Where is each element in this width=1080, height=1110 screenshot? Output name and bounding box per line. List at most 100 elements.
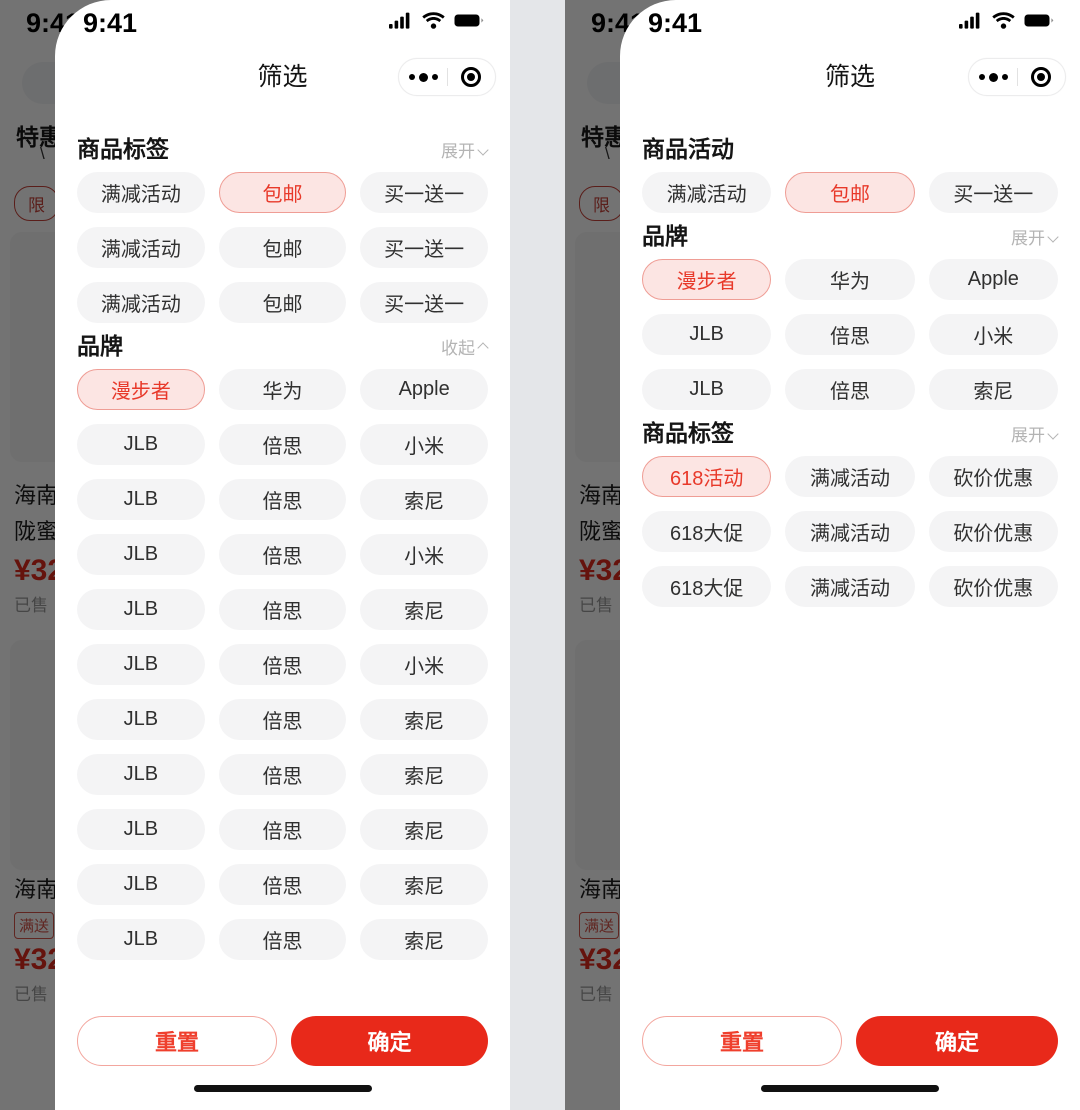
chevron-down-icon xyxy=(1049,232,1058,241)
filter-chip[interactable]: 满减活动 xyxy=(77,227,205,268)
filter-chip[interactable]: 索尼 xyxy=(360,809,488,850)
filter-chip[interactable]: 倍思 xyxy=(218,589,347,630)
filter-chip[interactable]: 华为 xyxy=(218,369,347,410)
filter-chip[interactable]: 包邮 xyxy=(218,227,347,268)
wifi-icon xyxy=(422,12,445,34)
filter-chip[interactable]: 索尼 xyxy=(360,919,488,960)
sheet-footer-right: 重置 确定 xyxy=(620,1002,1080,1066)
filter-chip[interactable]: JLB xyxy=(642,369,772,410)
target-circle-icon[interactable] xyxy=(1018,67,1064,87)
filter-chip[interactable]: 漫步者 xyxy=(642,259,772,300)
group-header: 商品活动 xyxy=(642,130,1058,172)
group-toggle-expand[interactable]: 展开 xyxy=(1011,421,1058,446)
filter-chip[interactable]: 包邮 xyxy=(218,172,347,213)
page-title: 筛选 xyxy=(257,63,308,91)
statusbar-left: 9:41 xyxy=(55,0,510,46)
filter-chip[interactable]: 华为 xyxy=(785,259,915,300)
filter-chip[interactable]: 倍思 xyxy=(218,534,347,575)
group-toggle-label: 收起 xyxy=(441,339,475,358)
filter-chip[interactable]: JLB xyxy=(642,314,772,355)
confirm-button[interactable]: 确定 xyxy=(291,1016,488,1066)
filter-chip[interactable]: 漫步者 xyxy=(77,369,205,410)
more-dots-icon[interactable] xyxy=(401,72,447,82)
filter-chip[interactable]: 索尼 xyxy=(360,479,488,520)
filter-chip[interactable]: JLB xyxy=(77,864,205,905)
filter-chip[interactable]: 索尼 xyxy=(360,589,488,630)
filter-chip[interactable]: 砍价优惠 xyxy=(928,511,1058,552)
filter-chip[interactable]: 索尼 xyxy=(360,864,488,905)
group-toggle-label: 展开 xyxy=(1011,426,1045,445)
filter-chip[interactable]: 索尼 xyxy=(928,369,1058,410)
filter-sheet-right: 9:41 筛选 商品活动 满减活动 包邮 买一送一 品牌 展开 漫步者 华为 A… xyxy=(620,0,1080,1110)
group-toggle-expand[interactable]: 展开 xyxy=(441,137,488,162)
reset-button[interactable]: 重置 xyxy=(642,1016,842,1066)
filter-chip[interactable]: 倍思 xyxy=(785,314,915,355)
statusbar-right: 9:41 xyxy=(620,0,1080,46)
filter-chip[interactable]: 倍思 xyxy=(218,754,347,795)
filter-chip[interactable]: 满减活动 xyxy=(785,456,915,497)
group-title: 品牌 xyxy=(77,333,123,359)
filter-chip[interactable]: JLB xyxy=(77,754,205,795)
status-icons xyxy=(389,12,484,34)
miniprogram-capsule[interactable] xyxy=(398,58,496,96)
filter-sheet-left: 9:41 筛选 商品标签 展开 满减活动 包邮 买一送一 满减活动 包邮 买一送… xyxy=(55,0,510,1110)
filter-chip[interactable]: 618大促 xyxy=(642,566,772,607)
filter-chip[interactable]: 买一送一 xyxy=(360,282,488,323)
filter-chip[interactable]: 倍思 xyxy=(218,644,347,685)
filter-chip[interactable]: 满减活动 xyxy=(77,282,205,323)
filter-chip[interactable]: JLB xyxy=(77,534,205,575)
filter-chip[interactable]: 砍价优惠 xyxy=(928,456,1058,497)
filter-chip[interactable]: 倍思 xyxy=(218,479,347,520)
clock: 9:41 xyxy=(648,7,703,38)
filter-chip[interactable]: 倍思 xyxy=(218,809,347,850)
more-dots-icon[interactable] xyxy=(971,72,1017,82)
filter-chip[interactable]: 小米 xyxy=(360,534,488,575)
filter-chip[interactable]: JLB xyxy=(77,699,205,740)
group-title: 商品活动 xyxy=(642,136,734,162)
miniprogram-capsule[interactable] xyxy=(968,58,1066,96)
filter-chip[interactable]: JLB xyxy=(77,644,205,685)
filter-chip[interactable]: 索尼 xyxy=(360,754,488,795)
filter-chip[interactable]: 买一送一 xyxy=(928,172,1058,213)
chevron-up-icon xyxy=(479,342,488,351)
filter-chip[interactable]: 倍思 xyxy=(218,424,347,465)
filter-chip[interactable]: 索尼 xyxy=(360,699,488,740)
page-title: 筛选 xyxy=(824,63,875,91)
filter-chip[interactable]: JLB xyxy=(77,424,205,465)
group-title: 品牌 xyxy=(642,223,688,249)
clock: 9:41 xyxy=(83,7,138,38)
filter-chip[interactable]: Apple xyxy=(360,369,488,410)
filter-chip[interactable]: JLB xyxy=(77,589,205,630)
reset-button[interactable]: 重置 xyxy=(77,1016,277,1066)
chip-grid: 满减活动 包邮 买一送一 满减活动 包邮 买一送一 满减活动 包邮 买一送一 xyxy=(77,172,488,323)
filter-chip[interactable]: 倍思 xyxy=(785,369,915,410)
group-toggle-collapse[interactable]: 收起 xyxy=(441,334,488,359)
chevron-down-icon xyxy=(479,145,488,154)
filter-chip[interactable]: 包邮 xyxy=(218,282,347,323)
home-indicator xyxy=(620,1066,1080,1110)
filter-chip[interactable]: 倍思 xyxy=(218,699,347,740)
filter-chip[interactable]: 包邮 xyxy=(785,172,915,213)
confirm-button[interactable]: 确定 xyxy=(856,1016,1058,1066)
filter-chip[interactable]: JLB xyxy=(77,809,205,850)
filter-chip[interactable]: JLB xyxy=(77,919,205,960)
filter-chip[interactable]: 倍思 xyxy=(218,919,347,960)
filter-chip[interactable]: 倍思 xyxy=(218,864,347,905)
filter-chip[interactable]: 小米 xyxy=(360,424,488,465)
status-icons xyxy=(959,12,1054,34)
filter-chip[interactable]: 满减活动 xyxy=(785,566,915,607)
filter-chip[interactable]: 买一送一 xyxy=(360,172,488,213)
filter-chip[interactable]: Apple xyxy=(928,259,1058,300)
filter-chip[interactable]: 618活动 xyxy=(642,456,772,497)
filter-chip[interactable]: 小米 xyxy=(360,644,488,685)
filter-chip[interactable]: 618大促 xyxy=(642,511,772,552)
filter-chip[interactable]: JLB xyxy=(77,479,205,520)
filter-chip[interactable]: 小米 xyxy=(928,314,1058,355)
filter-chip[interactable]: 砍价优惠 xyxy=(928,566,1058,607)
target-circle-icon[interactable] xyxy=(448,67,494,87)
group-toggle-expand[interactable]: 展开 xyxy=(1011,224,1058,249)
filter-chip[interactable]: 满减活动 xyxy=(785,511,915,552)
filter-chip[interactable]: 满减活动 xyxy=(642,172,772,213)
filter-chip[interactable]: 买一送一 xyxy=(360,227,488,268)
filter-chip[interactable]: 满减活动 xyxy=(77,172,205,213)
